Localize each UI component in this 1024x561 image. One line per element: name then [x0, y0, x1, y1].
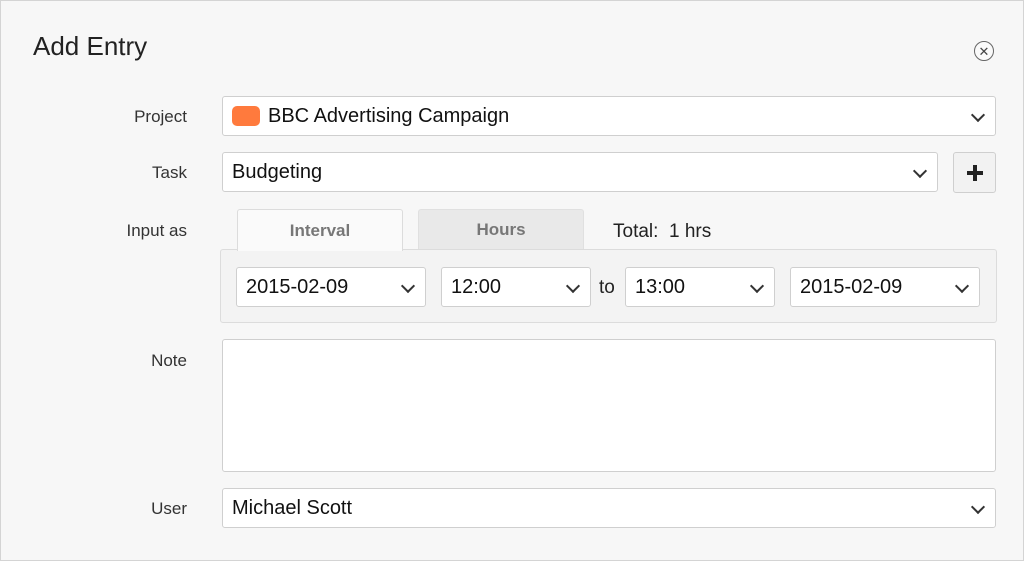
end-time-select[interactable]: 13:00 — [625, 267, 775, 307]
input-as-label: Input as — [126, 221, 188, 240]
add-task-button[interactable] — [953, 152, 996, 193]
user-select[interactable]: Michael Scott — [222, 488, 996, 528]
chevron-down-icon — [912, 163, 928, 179]
interval-separator: to — [599, 277, 615, 298]
tab-hours[interactable]: Hours — [418, 209, 584, 250]
note-label: Note — [151, 351, 187, 370]
user-label: User — [151, 499, 187, 518]
task-label: Task — [152, 163, 187, 182]
task-select[interactable]: Budgeting — [222, 152, 938, 192]
project-value: BBC Advertising Campaign — [268, 104, 510, 127]
note-textarea[interactable] — [222, 339, 996, 472]
end-date-select[interactable]: 2015-02-09 — [790, 267, 980, 307]
add-entry-dialog: Add Entry ✕ Project BBC Advertising Camp… — [0, 0, 1024, 561]
end-time-value: 13:00 — [635, 275, 686, 298]
chevron-down-icon — [970, 499, 986, 515]
chevron-down-icon — [970, 107, 986, 123]
tab-interval[interactable]: Interval — [237, 209, 403, 251]
task-value: Budgeting — [232, 160, 323, 183]
start-date-select[interactable]: 2015-02-09 — [236, 267, 426, 307]
project-label: Project — [134, 107, 187, 126]
start-time-select[interactable]: 12:00 — [441, 267, 591, 307]
user-value: Michael Scott — [232, 496, 353, 519]
total-hours: Total: 1 hrs — [613, 221, 712, 242]
chevron-down-icon — [954, 278, 970, 294]
chevron-down-icon — [749, 278, 765, 294]
chevron-down-icon — [400, 278, 416, 294]
start-date-value: 2015-02-09 — [246, 275, 349, 298]
close-icon[interactable]: ✕ — [974, 41, 994, 61]
project-select[interactable]: BBC Advertising Campaign — [222, 96, 996, 136]
chevron-down-icon — [565, 278, 581, 294]
project-color-swatch — [232, 106, 260, 126]
start-time-value: 12:00 — [451, 275, 502, 298]
dialog-title: Add Entry — [33, 31, 148, 61]
end-date-value: 2015-02-09 — [800, 275, 903, 298]
